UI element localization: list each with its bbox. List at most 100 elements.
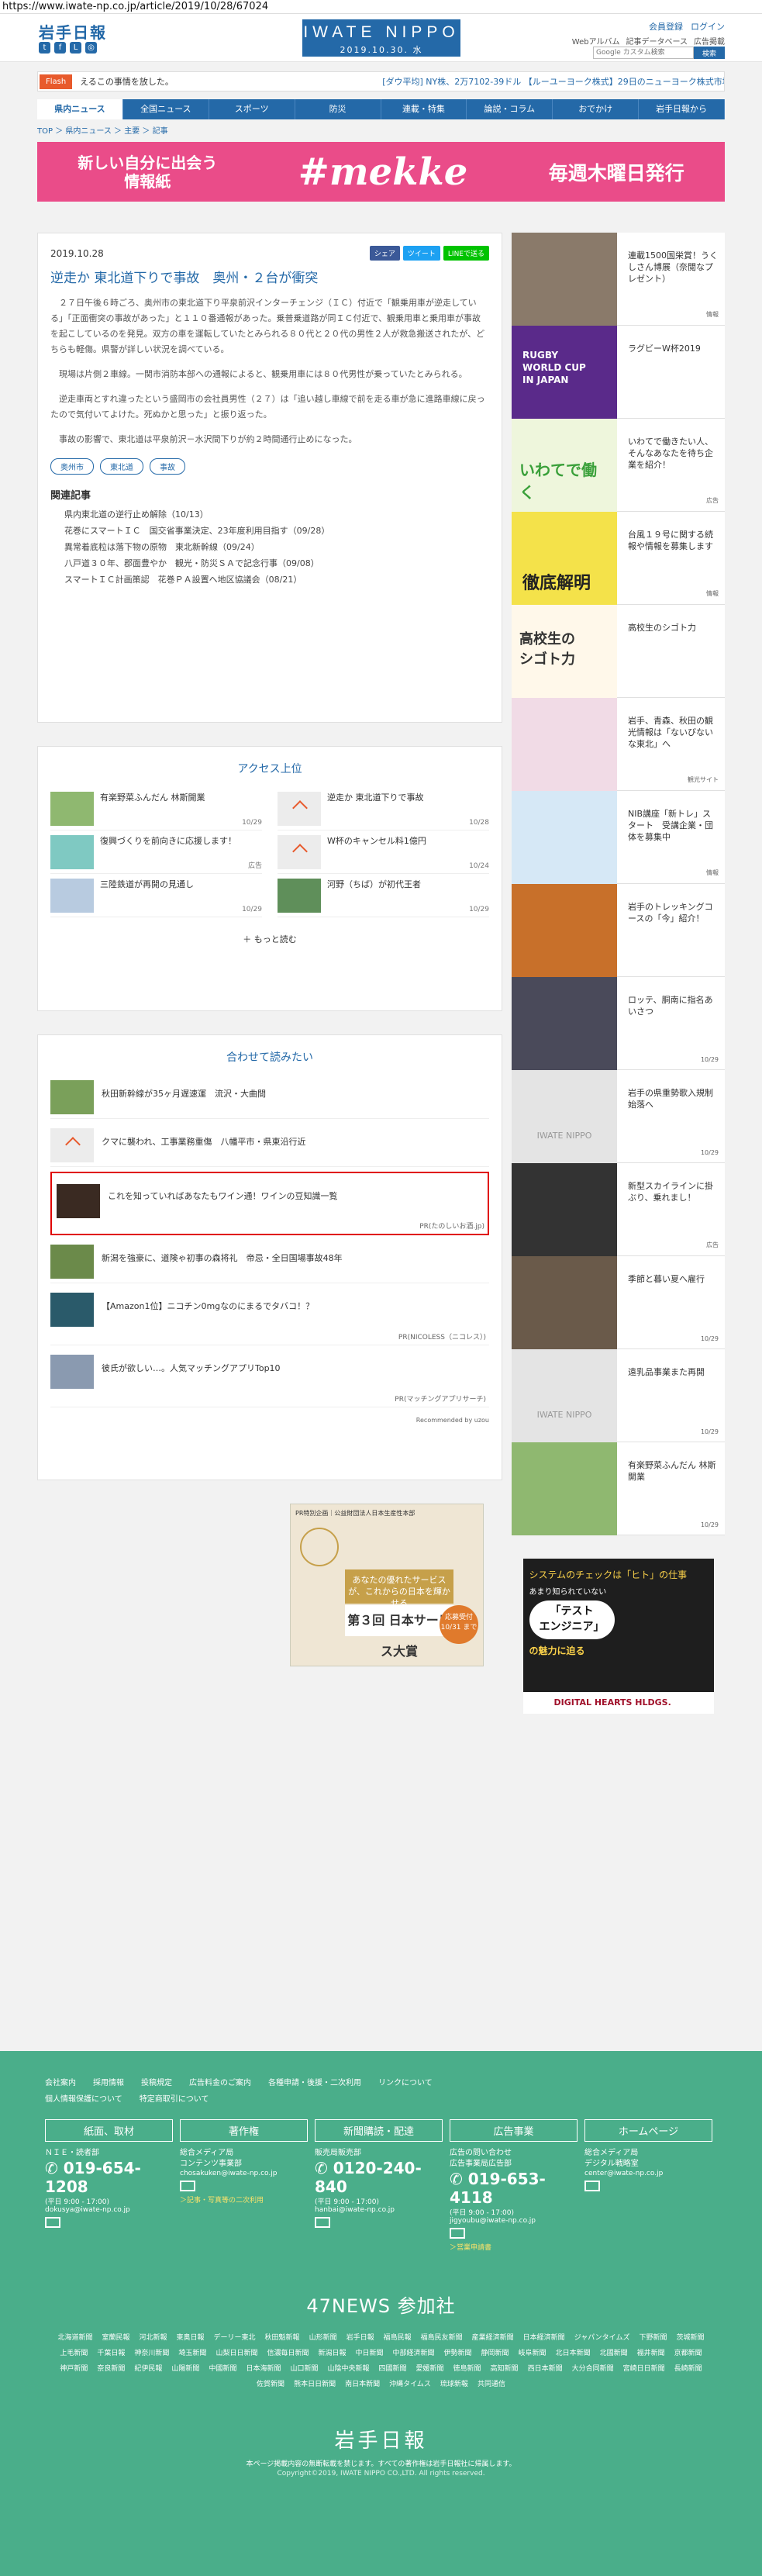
- mekke-banner[interactable]: 新しい自分に出会う 情報紙 #mekke 毎週木曜日発行: [37, 142, 725, 202]
- footer-link[interactable]: リンクについて: [378, 2076, 433, 2087]
- twitter-icon[interactable]: t: [39, 42, 50, 54]
- partner-newspaper-link[interactable]: 日本経済新聞: [523, 2332, 565, 2344]
- sidebar-item[interactable]: 新型スカイラインに掛ぶり、乗れまし！ 広告: [512, 1163, 725, 1256]
- market-ticker[interactable]: [ダウ平均] NY株、2万7102-39ドル 【ルーユーヨーク株式】29日のニュ…: [382, 75, 724, 88]
- sidebar-item[interactable]: 季節と暮い夏へ雇行 10/29: [512, 1256, 725, 1349]
- sidebar-item[interactable]: 徹底解明 台風１９号に関する続報や情報を募集します 情報: [512, 512, 725, 605]
- contact-email[interactable]: chosakuken@iwate-np.co.jp: [180, 2170, 308, 2177]
- ranking-item[interactable]: 有楽野菜ふんだん 林斯開業 10/29: [50, 787, 262, 830]
- partner-newspaper-link[interactable]: 伊勢新聞: [444, 2347, 472, 2360]
- partner-newspaper-link[interactable]: 埼玉新聞: [178, 2347, 206, 2360]
- sidebar-item[interactable]: 岩手のトレッキングコースの「今」紹介！: [512, 884, 725, 977]
- partner-newspaper-link[interactable]: 長崎新聞: [674, 2363, 702, 2375]
- recommend-item-highlighted[interactable]: これを知っていればあなたもワイン通！ワインの豆知識一覧 PR(たのしいお酒.jp…: [50, 1172, 489, 1235]
- nav-features[interactable]: 連載・特集: [381, 99, 467, 119]
- register-link[interactable]: 会員登録: [649, 20, 683, 33]
- partner-newspaper-link[interactable]: 山梨日日新聞: [215, 2347, 257, 2360]
- search-input[interactable]: [593, 47, 694, 59]
- recommend-item[interactable]: クマに襲われ、工事業務重傷 八幡平市・県東沿行近: [50, 1124, 489, 1167]
- recommend-item[interactable]: 新潟を強豪に、道険ゃ初事の森将礼 帝忌・全日国場事故48年: [50, 1240, 489, 1283]
- search-button[interactable]: 検索: [694, 47, 725, 59]
- partner-newspaper-link[interactable]: デーリー東北: [214, 2332, 256, 2344]
- related-item[interactable]: スマートＩＣ計画策認 花巻ＰＡ設置へ地区協議会（08/21）: [64, 571, 489, 588]
- partner-newspaper-link[interactable]: 山陰中央新報: [327, 2363, 369, 2375]
- partner-newspaper-link[interactable]: 産業経済新聞: [472, 2332, 514, 2344]
- partner-newspaper-link[interactable]: 北國新聞: [600, 2347, 628, 2360]
- partner-newspaper-link[interactable]: 南日本新聞: [345, 2378, 380, 2391]
- partner-newspaper-link[interactable]: 中國新聞: [209, 2363, 236, 2375]
- sidebar-item[interactable]: NIB講座「新トレ」スタート 受講企業・団体を募集中 情報: [512, 791, 725, 884]
- facebook-share-button[interactable]: シェア: [369, 246, 400, 261]
- partner-newspaper-link[interactable]: 北海道新聞: [57, 2332, 92, 2344]
- phone-number[interactable]: ✆ 0120-240-840: [315, 2159, 443, 2196]
- partner-newspaper-link[interactable]: 山口新聞: [290, 2363, 318, 2375]
- ranking-item[interactable]: 逆走か 東北道下りで事故 10/28: [278, 787, 489, 830]
- breadcrumb[interactable]: TOP ＞ 県内ニュース ＞ 主要 ＞ 記事: [37, 124, 725, 136]
- partner-newspaper-link[interactable]: 共同通信: [478, 2378, 505, 2391]
- tag[interactable]: 東北道: [100, 458, 143, 475]
- secondary-use-link[interactable]: ＞記事・写真等の二次利用: [180, 2194, 308, 2205]
- ranking-item[interactable]: W杯のキャンセル料1億円 10/24: [278, 830, 489, 874]
- brand-block[interactable]: IWATE NIPPO 2019.10.30. 水: [302, 19, 460, 57]
- tag[interactable]: 奥州市: [50, 458, 94, 475]
- mail-icon[interactable]: [45, 2217, 60, 2228]
- sidebar-item[interactable]: 高校生の シゴト力 高校生のシゴト力: [512, 605, 725, 698]
- partner-newspaper-link[interactable]: 神奈川新聞: [134, 2347, 169, 2360]
- ad-link[interactable]: 広告掲載: [694, 35, 725, 47]
- partner-newspaper-link[interactable]: 四國新聞: [379, 2363, 407, 2375]
- recommend-item[interactable]: 【Amazon1位】ニコチン0mgなのにまるでタバコ！？ PR(NICOLESS…: [50, 1288, 489, 1345]
- partner-newspaper-link[interactable]: 高知新聞: [491, 2363, 519, 2375]
- related-item[interactable]: 八戸道３０年、郡面豊やか 観光・防災ＳＡで記念行事（09/08）: [64, 555, 489, 571]
- web-album-link[interactable]: Webアルバム: [572, 35, 620, 47]
- footer-link[interactable]: 採用情報: [93, 2076, 124, 2087]
- line-share-button[interactable]: LINEで送る: [443, 246, 489, 261]
- nav-disaster[interactable]: 防災: [295, 99, 381, 119]
- nav-columns[interactable]: 論説・コラム: [467, 99, 553, 119]
- login-link[interactable]: ログイン: [691, 20, 725, 33]
- partner-newspaper-link[interactable]: 福井新聞: [637, 2347, 665, 2360]
- sidebar-item[interactable]: いわてで働く いわてで働きたい人、そんなあなたを待ち企業を紹介！ 広告: [512, 419, 725, 512]
- partner-newspaper-link[interactable]: 室蘭民報: [102, 2332, 129, 2344]
- business-application-link[interactable]: ＞営業申請書: [450, 2242, 578, 2252]
- nav-outing[interactable]: おでかけ: [553, 99, 640, 119]
- partner-newspaper-link[interactable]: ジャパンタイムズ: [574, 2332, 630, 2344]
- contact-email[interactable]: hanbai@iwate-np.co.jp: [315, 2206, 443, 2214]
- partner-newspaper-link[interactable]: 東奥日報: [177, 2332, 205, 2344]
- mail-icon[interactable]: [180, 2181, 195, 2191]
- partner-newspaper-link[interactable]: 徳島新聞: [453, 2363, 481, 2375]
- partner-newspaper-link[interactable]: 奈良新聞: [97, 2363, 125, 2375]
- partner-newspaper-link[interactable]: 中日新聞: [355, 2347, 383, 2360]
- partner-newspaper-link[interactable]: 西日本新聞: [528, 2363, 563, 2375]
- partner-newspaper-link[interactable]: 神戸新聞: [60, 2363, 88, 2375]
- sidebar-item[interactable]: ロッテ、胴南に指名あいさつ 10/29: [512, 977, 725, 1070]
- read-more-button[interactable]: ＋ もっと読む: [50, 933, 489, 945]
- ranking-item[interactable]: 復興づくりを前向きに応援します！ 広告: [50, 830, 262, 874]
- footer-link[interactable]: 会社案内: [45, 2076, 76, 2087]
- partner-newspaper-link[interactable]: 山形新聞: [309, 2332, 337, 2344]
- sidebar-item[interactable]: 岩手、青森、秋田の観光情報は「ないびないな東北」へ 観光サイト: [512, 698, 725, 791]
- side-ad[interactable]: システムのチェックは「ヒト」の仕事 あまり知られていない 「テスト エンジニア」…: [522, 1559, 714, 1714]
- instagram-icon[interactable]: ◎: [85, 42, 97, 54]
- related-item[interactable]: 県内東北道の逆行止め解除（10/13）: [64, 506, 489, 523]
- partner-newspaper-link[interactable]: 岩手日報: [347, 2332, 374, 2344]
- mail-icon[interactable]: [315, 2217, 330, 2228]
- partner-newspaper-link[interactable]: 上毛新聞: [60, 2347, 88, 2360]
- sidebar-item[interactable]: IWATE NIPPO 岩手の県重勢歌入規制始落へ 10/29: [512, 1070, 725, 1163]
- partner-newspaper-link[interactable]: 大分合同新聞: [572, 2363, 614, 2375]
- partner-newspaper-link[interactable]: 福島民報: [384, 2332, 412, 2344]
- partner-newspaper-link[interactable]: 愛媛新聞: [416, 2363, 444, 2375]
- phone-number[interactable]: ✆ 019-654-1208: [45, 2159, 173, 2196]
- url-bar[interactable]: https://www.iwate-np.co.jp/article/2019/…: [0, 0, 762, 14]
- partner-newspaper-link[interactable]: 中部経済新聞: [393, 2347, 435, 2360]
- footer-link[interactable]: 投稿規定: [141, 2076, 172, 2087]
- phone-number[interactable]: ✆ 019-653-4118: [450, 2170, 578, 2207]
- footer-link[interactable]: 広告料金のご案内: [189, 2076, 251, 2087]
- partner-newspaper-link[interactable]: 新潟日報: [318, 2347, 346, 2360]
- recommend-item[interactable]: 秋田新幹線が35ヶ月遅速運 流沢・大曲間: [50, 1076, 489, 1119]
- contact-email[interactable]: jigyoubu@iwate-np.co.jp: [450, 2217, 578, 2225]
- nav-local-news[interactable]: 県内ニュース: [37, 99, 123, 119]
- partner-newspaper-link[interactable]: 京都新聞: [674, 2347, 702, 2360]
- partner-newspaper-link[interactable]: 紀伊民報: [134, 2363, 162, 2375]
- contact-email[interactable]: dokusya@iwate-np.co.jp: [45, 2206, 173, 2214]
- ranking-item[interactable]: 三陸鉄道が再開の見通し 10/29: [50, 874, 262, 917]
